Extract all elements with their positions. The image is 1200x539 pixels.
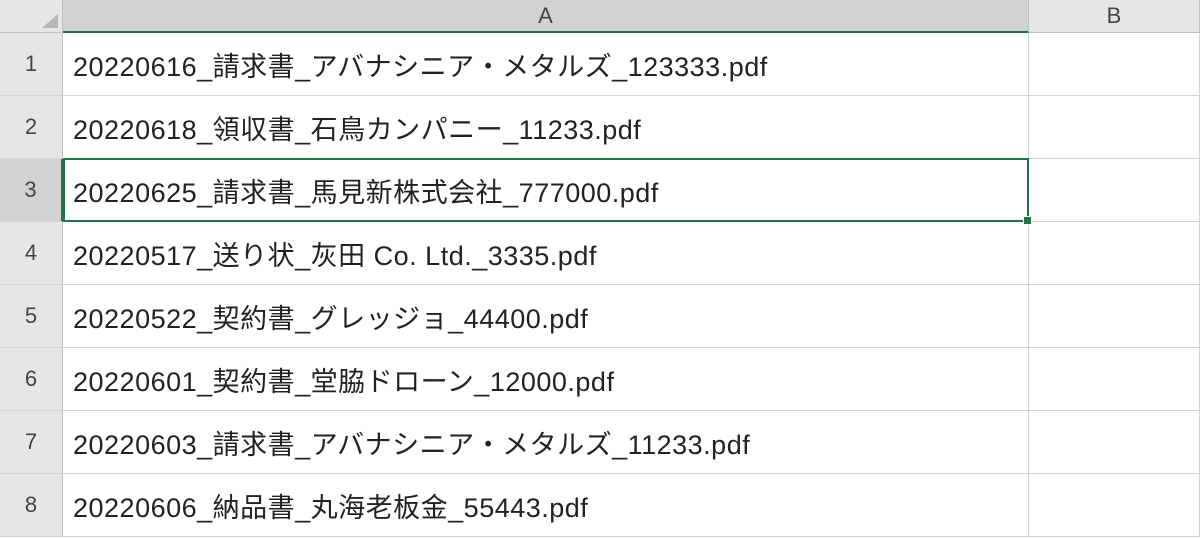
row-header-6[interactable]: 6 [0,348,63,411]
row-header-2[interactable]: 2 [0,96,63,159]
cell-b5[interactable] [1029,285,1200,348]
cell-b6[interactable] [1029,348,1200,411]
cell-a3[interactable]: 20220625_請求書_馬見新株式会社_777000.pdf [63,159,1029,222]
cell-a2[interactable]: 20220618_領収書_石鳥カンパニー_11233.pdf [63,96,1029,159]
cell-b2[interactable] [1029,96,1200,159]
row-header-7[interactable]: 7 [0,411,63,474]
cell-b8[interactable] [1029,474,1200,537]
cell-a1[interactable]: 20220616_請求書_アバナシニア・メタルズ_123333.pdf [63,33,1029,96]
spreadsheet-grid[interactable]: A B 1 20220616_請求書_アバナシニア・メタルズ_123333.pd… [0,0,1200,537]
cell-a5[interactable]: 20220522_契約書_グレッジョ_44400.pdf [63,285,1029,348]
column-header-b[interactable]: B [1029,0,1200,33]
row-header-5[interactable]: 5 [0,285,63,348]
row-header-3[interactable]: 3 [0,159,63,222]
cell-a7[interactable]: 20220603_請求書_アバナシニア・メタルズ_11233.pdf [63,411,1029,474]
row-header-1[interactable]: 1 [0,33,63,96]
cell-b1[interactable] [1029,33,1200,96]
column-header-a[interactable]: A [63,0,1029,33]
select-all-corner[interactable] [0,0,63,33]
row-header-4[interactable]: 4 [0,222,63,285]
row-header-8[interactable]: 8 [0,474,63,537]
cell-b4[interactable] [1029,222,1200,285]
cell-a8[interactable]: 20220606_納品書_丸海老板金_55443.pdf [63,474,1029,537]
cell-b7[interactable] [1029,411,1200,474]
cell-a4[interactable]: 20220517_送り状_灰田 Co. Ltd._3335.pdf [63,222,1029,285]
cell-a6[interactable]: 20220601_契約書_堂脇ドローン_12000.pdf [63,348,1029,411]
cell-b3[interactable] [1029,159,1200,222]
